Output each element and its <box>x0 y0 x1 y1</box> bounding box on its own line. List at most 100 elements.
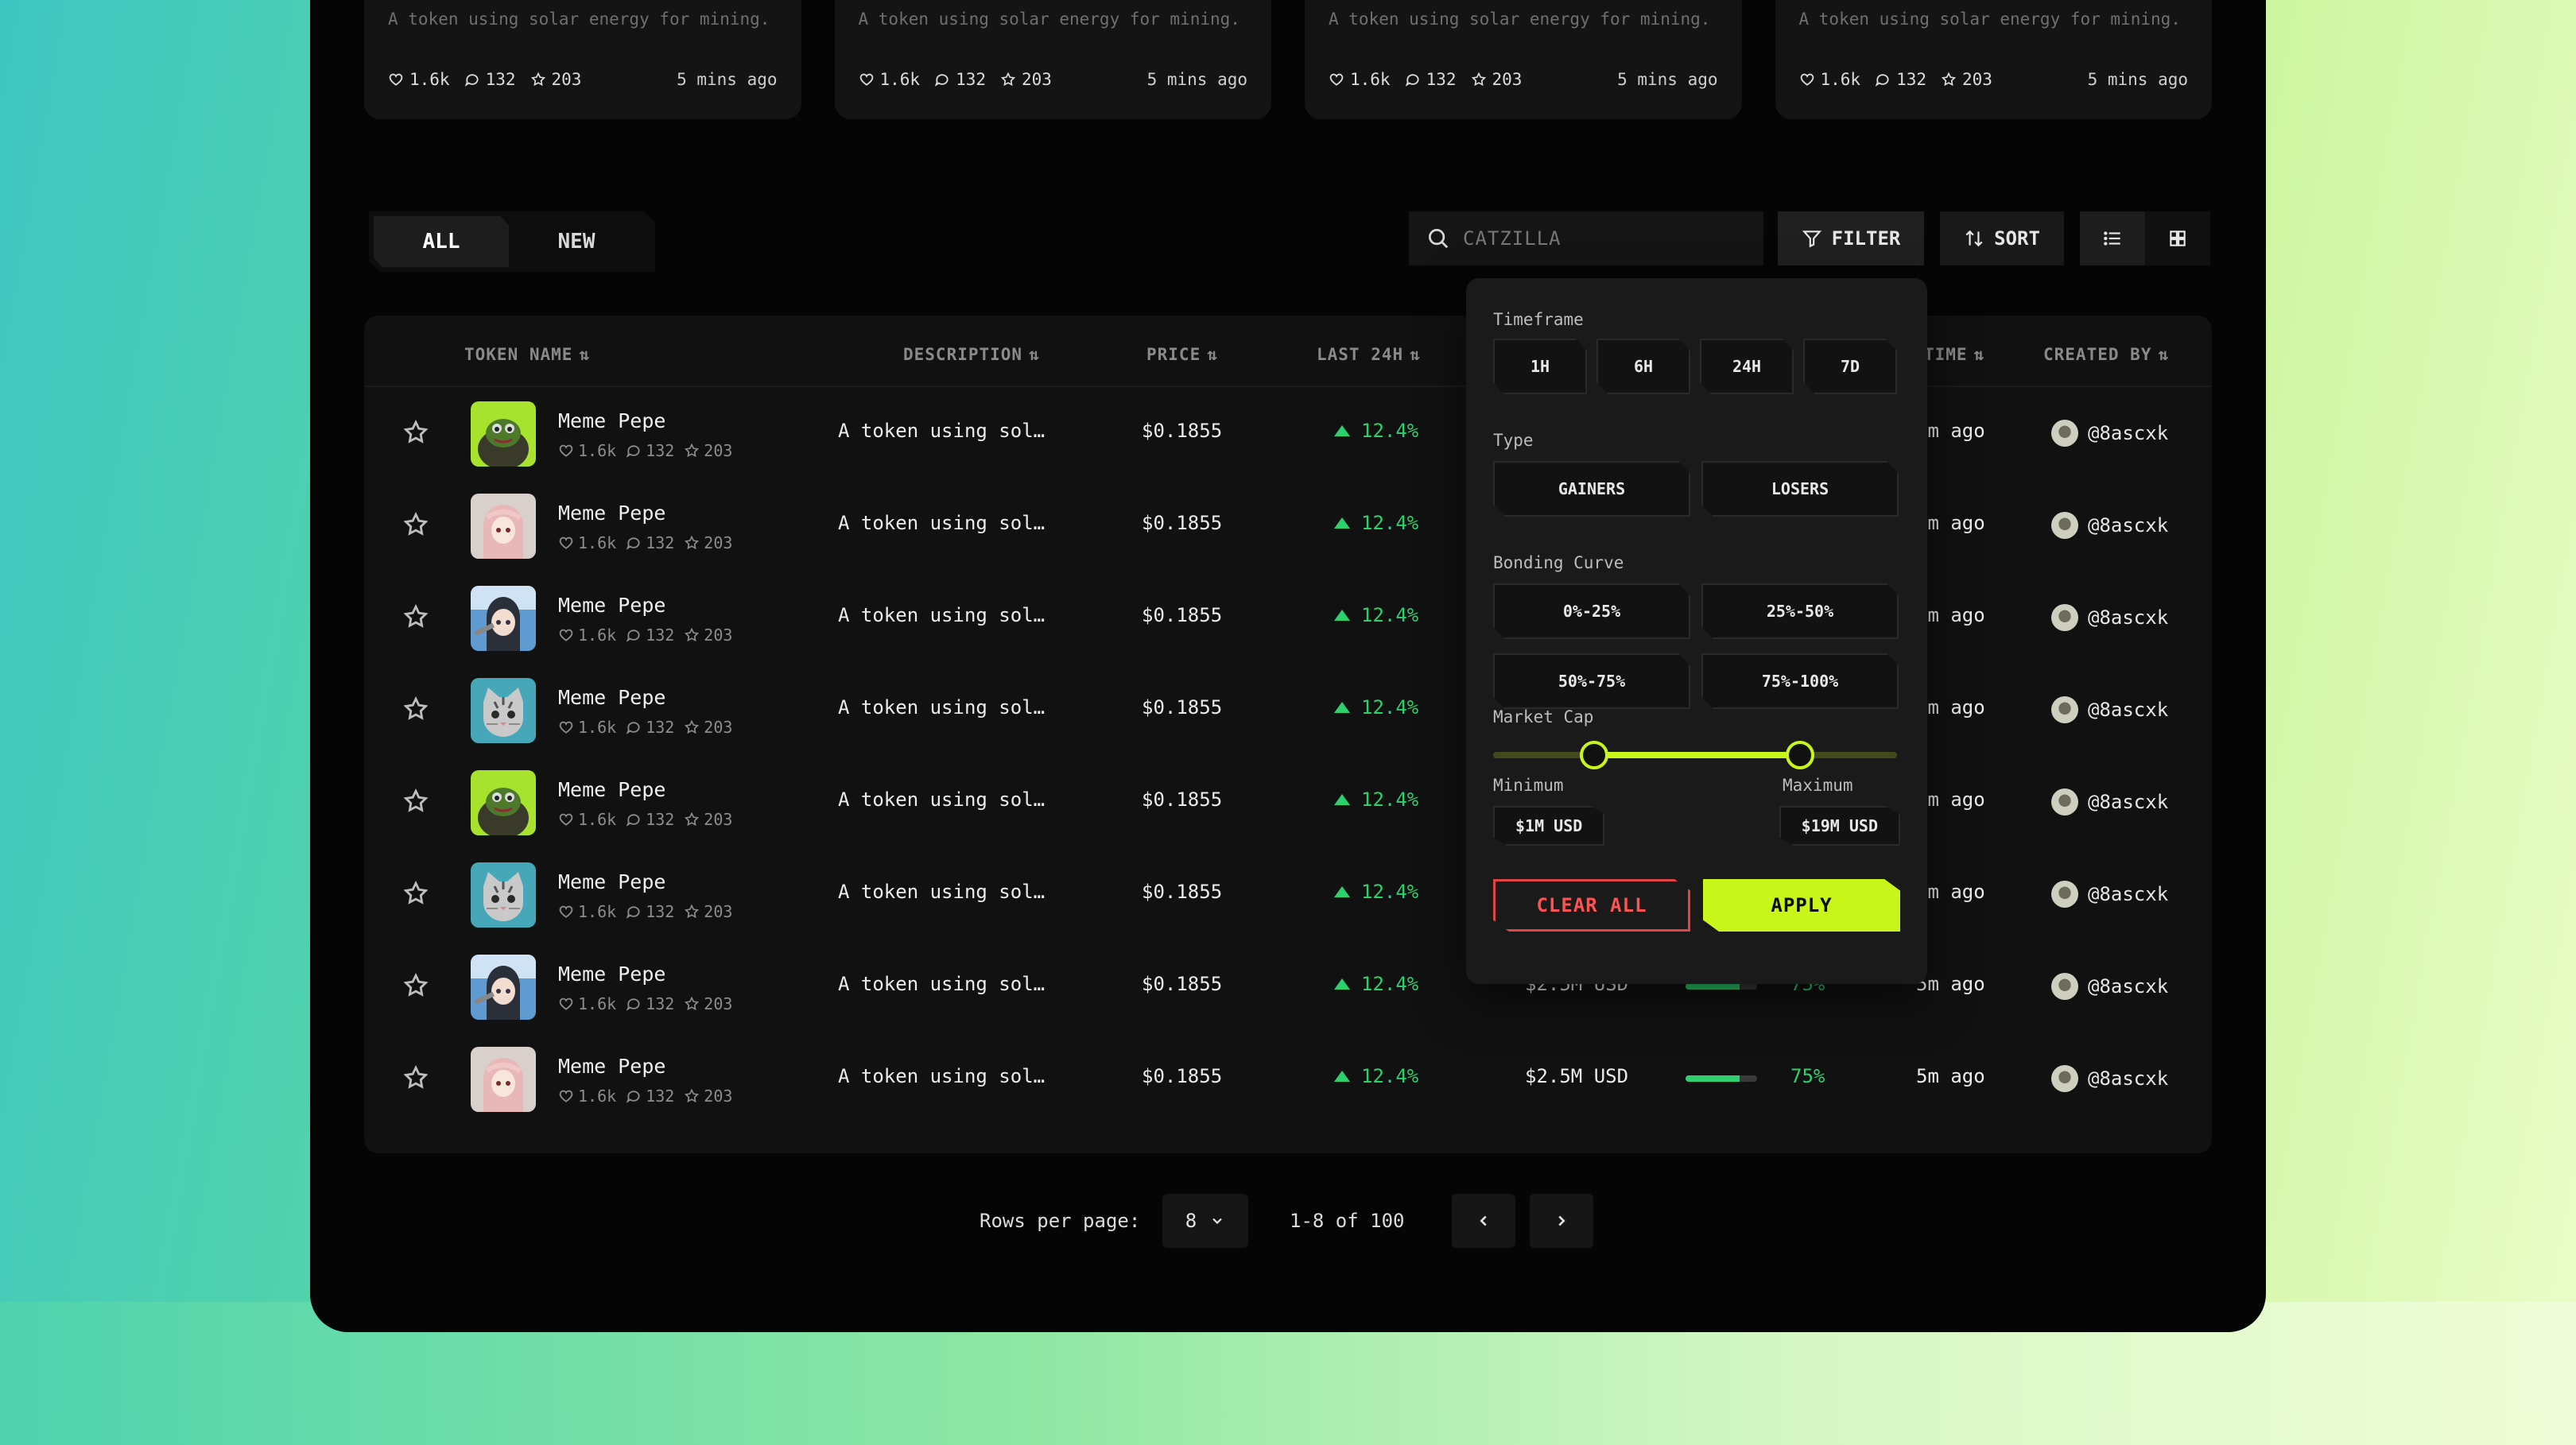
creator[interactable]: @8ascxk <box>2051 696 2168 723</box>
max-value-field[interactable]: $19M USD <box>1779 806 1900 846</box>
sort-arrows-icon <box>1964 228 1984 249</box>
column-description[interactable]: DESCRIPTION ⇅ <box>903 345 1040 364</box>
table-row[interactable]: Meme Pepe 1.6k 132 203 A token using sol… <box>364 848 2212 940</box>
timeframe-1h[interactable]: 1H <box>1493 339 1587 394</box>
maximum-label: Maximum <box>1783 776 1853 795</box>
clear-all-button[interactable]: CLEAR ALL <box>1493 879 1690 932</box>
star-icon <box>1941 72 1957 87</box>
creator[interactable]: @8ascxk <box>2051 512 2168 539</box>
next-page-button[interactable] <box>1530 1194 1593 1248</box>
favorite-star-icon[interactable] <box>402 695 429 722</box>
apply-button[interactable]: APPLY <box>1703 879 1900 932</box>
token-description: A token using sol… <box>838 788 1046 811</box>
token-stats: 1.6k 132 203 <box>558 533 732 552</box>
table-row[interactable]: Meme Pepe 1.6k 132 203 A token using sol… <box>364 387 2212 479</box>
favorite-star-icon[interactable] <box>402 1064 429 1091</box>
sort-icon: ⇅ <box>2158 345 2170 364</box>
favorite-star-icon[interactable] <box>402 972 429 999</box>
token-name: Meme Pepe <box>558 963 666 986</box>
market-cap-slider[interactable] <box>1493 752 1897 758</box>
token-card[interactable]: A token using solar energy for mining. 1… <box>834 0 1271 119</box>
bonding-25-50[interactable]: 25%-50% <box>1701 583 1899 639</box>
comment-icon <box>626 535 642 551</box>
table-row[interactable]: Meme Pepe 1.6k 132 203 A token using sol… <box>364 1032 2212 1125</box>
favorite-star-icon[interactable] <box>402 511 429 538</box>
timeframe-6h[interactable]: 6H <box>1596 339 1690 394</box>
stars-stat: 203 <box>530 70 581 89</box>
column-token-name[interactable]: TOKEN NAME ⇅ <box>464 345 590 364</box>
column-last24h[interactable]: LAST 24H ⇅ <box>1317 345 1421 364</box>
comments-stat: 132 <box>626 626 674 645</box>
table-header: TOKEN NAME ⇅ DESCRIPTION ⇅ PRICE ⇅ LAST 24H… <box>364 316 2212 387</box>
filter-panel: Timeframe 1H 6H 24H 7D Type GAINERS LOSE… <box>1466 278 1927 984</box>
bonding-50-75[interactable]: 50%-75% <box>1493 653 1690 709</box>
search-input[interactable] <box>1463 227 1733 250</box>
favorite-star-icon[interactable] <box>402 603 429 630</box>
table-row[interactable]: Meme Pepe 1.6k 132 203 A token using sol… <box>364 571 2212 664</box>
min-value-field[interactable]: $1M USD <box>1493 806 1605 846</box>
type-gainers[interactable]: GAINERS <box>1493 461 1690 517</box>
favorite-star-icon[interactable] <box>402 788 429 815</box>
comments-stat: 132 <box>934 70 986 89</box>
triangle-up-icon <box>1333 1069 1352 1083</box>
table-row[interactable]: Meme Pepe 1.6k 132 203 A token using sol… <box>364 756 2212 848</box>
token-avatar <box>471 401 536 467</box>
star-icon <box>684 535 700 551</box>
column-time[interactable]: TIME ⇅ <box>1924 345 1984 364</box>
type-label: Type <box>1493 431 1534 450</box>
tab-new[interactable]: NEW <box>509 216 644 267</box>
list-view-button[interactable] <box>2080 211 2145 265</box>
creator-avatar <box>2051 1065 2078 1092</box>
creator[interactable]: @8ascxk <box>2051 788 2168 815</box>
heart-icon <box>558 719 574 735</box>
token-time: 5m ago <box>1916 973 1985 995</box>
slider-min-handle[interactable] <box>1580 741 1608 769</box>
table-row[interactable]: Meme Pepe 1.6k 132 203 A token using sol… <box>364 940 2212 1032</box>
bonding-0-25[interactable]: 0%-25% <box>1493 583 1690 639</box>
type-losers[interactable]: LOSERS <box>1701 461 1899 517</box>
grid-view-button[interactable] <box>2145 211 2210 265</box>
token-card[interactable]: A token using solar energy for mining. 1… <box>1775 0 2212 119</box>
filter-button[interactable]: FILTER <box>1778 211 1924 265</box>
creator[interactable]: @8ascxk <box>2051 881 2168 908</box>
tab-all[interactable]: ALL <box>374 216 509 267</box>
token-price: $0.1855 <box>1142 696 1223 719</box>
favorite-star-icon[interactable] <box>402 419 429 446</box>
likes-count: 1.6k <box>578 626 617 645</box>
creator[interactable]: @8ascxk <box>2051 604 2168 631</box>
sort-button[interactable]: SORT <box>1940 211 2064 265</box>
likes-count: 1.6k <box>1820 70 1861 89</box>
prev-page-button[interactable] <box>1452 1194 1515 1248</box>
creator[interactable]: @8ascxk <box>2051 420 2168 447</box>
star-icon <box>684 812 700 827</box>
star-icon <box>530 72 546 87</box>
heart-icon <box>558 627 574 643</box>
bonding-75-100[interactable]: 75%-100% <box>1701 653 1899 709</box>
timeframe-7d[interactable]: 7D <box>1803 339 1897 394</box>
table-row[interactable]: Meme Pepe 1.6k 132 203 A token using sol… <box>364 664 2212 756</box>
token-card[interactable]: A token using solar energy for mining. 1… <box>364 0 801 119</box>
comments-stat: 132 <box>626 1087 674 1106</box>
token-price: $0.1855 <box>1142 788 1223 811</box>
creator[interactable]: @8ascxk <box>2051 973 2168 1000</box>
comments-stat: 132 <box>464 70 516 89</box>
heart-icon <box>558 443 574 459</box>
token-card[interactable]: A token using solar energy for mining. 1… <box>1305 0 1742 119</box>
change-value: 12.4% <box>1361 973 1419 995</box>
column-price[interactable]: PRICE ⇅ <box>1146 345 1218 364</box>
table-row[interactable]: Meme Pepe 1.6k 132 203 A token using sol… <box>364 479 2212 571</box>
heart-icon <box>558 904 574 920</box>
favorite-star-icon[interactable] <box>402 880 429 907</box>
column-created-by[interactable]: CREATED BY ⇅ <box>2043 345 2169 364</box>
triangle-up-icon <box>1333 516 1352 530</box>
likes-stat: 1.6k <box>388 70 450 89</box>
slider-max-handle[interactable] <box>1786 741 1815 769</box>
creator[interactable]: @8ascxk <box>2051 1065 2168 1092</box>
rows-per-page-select[interactable]: 8 <box>1162 1194 1248 1248</box>
token-stats: 1.6k 132 203 <box>558 810 732 829</box>
likes-stat: 1.6k <box>558 902 616 921</box>
chevron-down-icon <box>1209 1213 1225 1229</box>
timeframe-24h[interactable]: 24H <box>1700 339 1794 394</box>
token-stats: 1.6k 132 203 <box>558 718 732 737</box>
price-change: 12.4% <box>1333 881 1418 903</box>
